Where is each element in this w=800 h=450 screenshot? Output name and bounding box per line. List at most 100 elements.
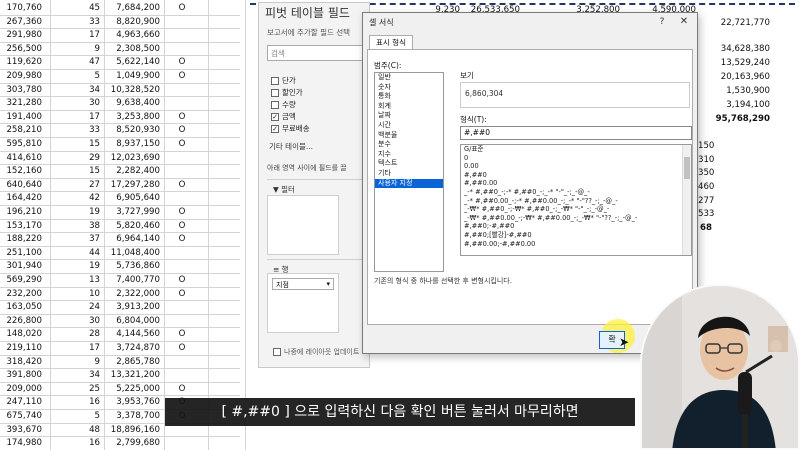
format-type-option[interactable]: _-₩* #,##0.00_-;-₩* #,##0.00_-;_-₩* "-"?…: [461, 214, 691, 223]
table-cell[interactable]: 9: [56, 43, 100, 57]
scrollbar-thumb[interactable]: [684, 157, 690, 179]
table-cell[interactable]: 301,940: [0, 260, 42, 274]
table-cell[interactable]: 209,980: [0, 70, 42, 84]
table-cell[interactable]: O: [172, 179, 192, 193]
table-cell[interactable]: [172, 247, 192, 261]
table-cell[interactable]: 291,980: [0, 29, 42, 43]
pivot-field-qty[interactable]: 수량: [271, 99, 296, 110]
row-field-item[interactable]: 지점 ▾: [272, 278, 334, 290]
category-item[interactable]: 회계: [375, 102, 443, 112]
scrollbar[interactable]: [682, 145, 691, 255]
table-cell[interactable]: 675,740: [0, 410, 42, 424]
table-cell[interactable]: 5,820,460: [108, 220, 160, 234]
grand-total-cell[interactable]: 95,768,290: [690, 114, 770, 124]
category-item[interactable]: 통화: [375, 92, 443, 102]
table-cell[interactable]: O: [172, 342, 192, 356]
table-cell[interactable]: 595,810: [0, 138, 42, 152]
format-type-option[interactable]: _-₩* #,##0_-;-₩* #,##0_-;_-₩* "-"_-;_-@_…: [461, 205, 691, 214]
table-cell[interactable]: 256,500: [0, 43, 42, 57]
table-cell[interactable]: 152,160: [0, 165, 42, 179]
checkbox[interactable]: [271, 100, 279, 109]
table-row[interactable]: 170,760 45 7,684,200 O: [0, 2, 240, 16]
table-cell[interactable]: 29: [56, 152, 100, 166]
format-type-option[interactable]: #,##0;-#,##0: [461, 222, 691, 231]
table-cell[interactable]: 42: [56, 192, 100, 206]
filter-area[interactable]: ▼ 필터: [267, 179, 363, 194]
table-row[interactable]: 232,200 10 2,322,000 O: [0, 288, 240, 302]
cell[interactable]: 22,721,770: [700, 18, 770, 28]
table-cell[interactable]: 7,400,770: [108, 274, 160, 288]
table-cell[interactable]: O: [172, 288, 192, 302]
table-cell[interactable]: [172, 437, 192, 450]
format-type-option[interactable]: #,##0.00;-#,##0.00: [461, 240, 691, 249]
table-cell[interactable]: 13: [56, 274, 100, 288]
table-cell[interactable]: O: [172, 206, 192, 220]
table-cell[interactable]: 251,100: [0, 247, 42, 261]
checkbox-checked[interactable]: ✓: [271, 124, 279, 133]
category-item[interactable]: 분수: [375, 140, 443, 150]
format-type-option[interactable]: 0: [461, 154, 691, 163]
table-cell[interactable]: 8,520,930: [108, 124, 160, 138]
table-cell[interactable]: 640,640: [0, 179, 42, 193]
checkbox[interactable]: [271, 76, 279, 85]
table-cell[interactable]: 28: [56, 328, 100, 342]
table-cell[interactable]: [172, 301, 192, 315]
table-cell[interactable]: 188,220: [0, 233, 42, 247]
table-cell[interactable]: 391,800: [0, 369, 42, 383]
table-cell[interactable]: 33: [56, 124, 100, 138]
cell[interactable]: 13,529,240: [700, 58, 770, 68]
table-cell[interactable]: [172, 192, 192, 206]
filter-drop-zone[interactable]: [267, 195, 339, 255]
table-cell[interactable]: 569,290: [0, 274, 42, 288]
table-cell[interactable]: 9,638,400: [108, 97, 160, 111]
table-cell[interactable]: 19: [56, 260, 100, 274]
cell[interactable]: 3,194,100: [700, 100, 770, 110]
table-cell[interactable]: 13,321,200: [108, 369, 160, 383]
table-cell[interactable]: 48: [56, 424, 100, 438]
table-cell[interactable]: 303,780: [0, 84, 42, 98]
table-cell[interactable]: 6,964,140: [108, 233, 160, 247]
rows-area[interactable]: ≡ 행: [267, 259, 363, 274]
rows-drop-zone[interactable]: 지점 ▾: [267, 273, 339, 333]
format-type-option[interactable]: #,##0: [461, 171, 691, 180]
table-cell[interactable]: 25: [56, 383, 100, 397]
table-cell[interactable]: 3,727,990: [108, 206, 160, 220]
table-row[interactable]: 174,980 16 2,799,680: [0, 437, 240, 450]
table-cell[interactable]: O: [172, 274, 192, 288]
format-type-list[interactable]: G/표준 0 0.00 #,##0 #,##0.00 _-* #,##0_-;-* #,#…: [460, 144, 692, 256]
table-row[interactable]: 256,500 9 2,308,500: [0, 43, 240, 57]
table-row[interactable]: 267,360 33 8,820,900: [0, 16, 240, 30]
table-cell[interactable]: 258,210: [0, 124, 42, 138]
table-cell[interactable]: 10: [56, 288, 100, 302]
table-cell[interactable]: 8,937,150: [108, 138, 160, 152]
table-cell[interactable]: 219,110: [0, 342, 42, 356]
table-cell[interactable]: 2,282,400: [108, 165, 160, 179]
table-row[interactable]: 414,610 29 12,023,690: [0, 152, 240, 166]
table-cell[interactable]: [172, 152, 192, 166]
table-cell[interactable]: 7,684,200: [108, 2, 160, 16]
table-row[interactable]: 119,620 47 5,622,140 O: [0, 56, 240, 70]
table-cell[interactable]: 45: [56, 2, 100, 16]
table-row[interactable]: 569,290 13 7,400,770 O: [0, 274, 240, 288]
table-row[interactable]: 251,100 44 11,048,400: [0, 247, 240, 261]
table-cell[interactable]: 318,420: [0, 356, 42, 370]
table-cell[interactable]: 17: [56, 342, 100, 356]
category-item[interactable]: 숫자: [375, 83, 443, 93]
checkbox[interactable]: [271, 88, 279, 97]
table-cell[interactable]: 11,048,400: [108, 247, 160, 261]
pivot-field-free-shipping[interactable]: ✓ 무료배송: [271, 123, 310, 134]
table-cell[interactable]: 148,020: [0, 328, 42, 342]
table-cell[interactable]: 3,724,870: [108, 342, 160, 356]
table-cell[interactable]: 5: [56, 410, 100, 424]
table-cell[interactable]: 3,913,200: [108, 301, 160, 315]
checkbox[interactable]: [273, 348, 281, 356]
table-cell[interactable]: 2,308,500: [108, 43, 160, 57]
table-cell[interactable]: 5: [56, 70, 100, 84]
help-button[interactable]: ?: [655, 15, 669, 29]
category-item[interactable]: 백분율: [375, 131, 443, 141]
table-cell[interactable]: 15: [56, 165, 100, 179]
table-cell[interactable]: [172, 315, 192, 329]
table-cell[interactable]: O: [172, 111, 192, 125]
table-cell[interactable]: 27: [56, 179, 100, 193]
table-cell[interactable]: 5,736,860: [108, 260, 160, 274]
